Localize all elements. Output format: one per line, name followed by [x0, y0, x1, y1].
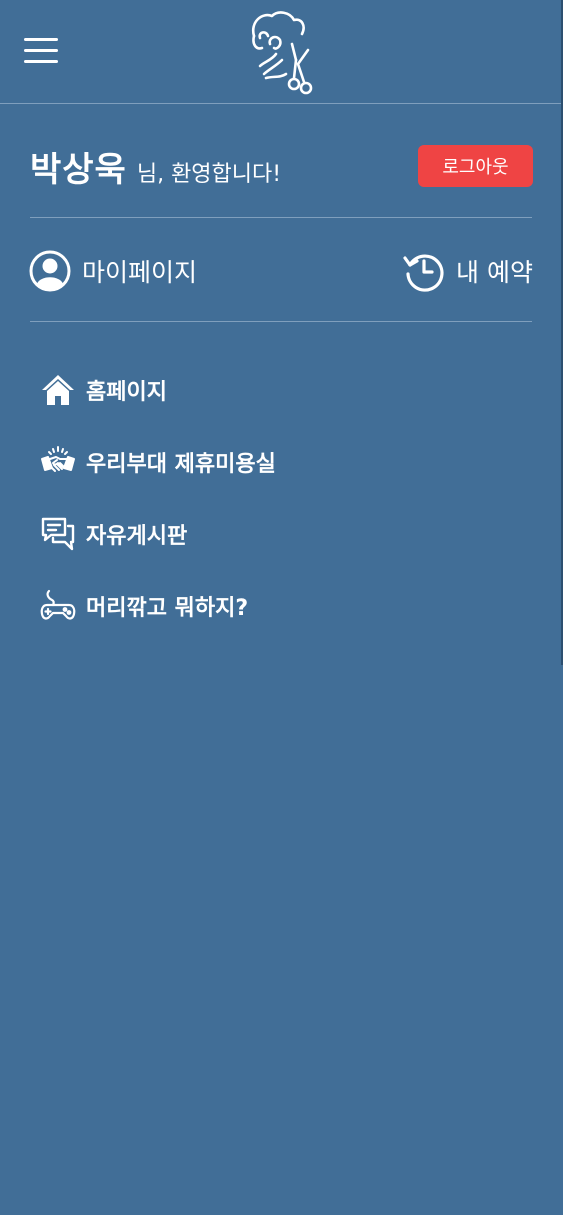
nav-menu: 홈페이지 우리부대 제휴미용실 자유게시판 머리깎고 뭐하지? [40, 362, 276, 650]
menu-item-partner-salons[interactable]: 우리부대 제휴미용실 [40, 434, 276, 490]
barber-scissors-logo-icon[interactable] [246, 8, 320, 98]
menu-item-label: 자유게시판 [86, 524, 188, 549]
mypage-label: 마이페이지 [82, 258, 198, 287]
menu-item-label: 홈페이지 [86, 380, 167, 405]
my-reservation-link[interactable]: 내 예약 [402, 248, 533, 294]
menu-item-label: 머리깎고 뭐하지? [86, 596, 249, 621]
user-name: 박상욱 [30, 150, 127, 190]
menu-item-board[interactable]: 자유게시판 [40, 506, 276, 562]
handshake-icon [41, 446, 75, 472]
divider [30, 321, 532, 322]
welcome-message: 박상욱 님, 환영합니다! [30, 142, 281, 192]
history-clock-icon [403, 254, 444, 292]
mypage-link[interactable]: 마이페이지 [28, 248, 197, 294]
logout-button[interactable]: 로그아웃 [418, 145, 533, 187]
my-reservation-label: 내 예약 [456, 258, 533, 287]
user-circle-icon [29, 250, 71, 292]
welcome-suffix: 님, 환영합니다! [136, 162, 282, 187]
top-bar [0, 0, 563, 104]
divider [30, 217, 532, 218]
chat-bubbles-icon [41, 517, 75, 551]
menu-item-games[interactable]: 머리깎고 뭐하지? [40, 578, 276, 634]
home-icon [42, 375, 74, 405]
gamepad-icon [40, 589, 76, 620]
hamburger-menu-icon[interactable] [24, 38, 58, 64]
menu-item-home[interactable]: 홈페이지 [40, 362, 276, 418]
menu-item-label: 우리부대 제휴미용실 [86, 452, 276, 477]
